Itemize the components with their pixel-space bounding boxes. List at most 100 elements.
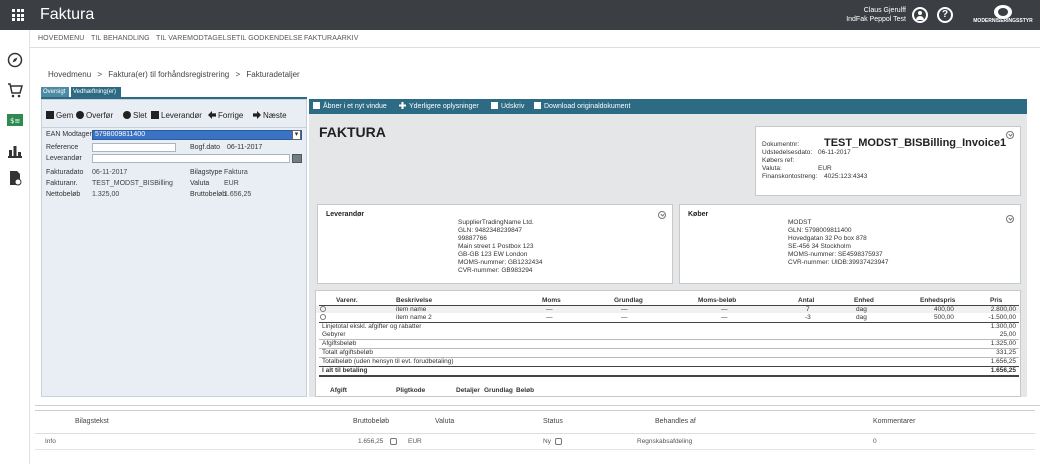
- expand-icon[interactable]: [1006, 215, 1014, 223]
- summary-divider: [319, 339, 1019, 340]
- transfer-button[interactable]: Overfør: [76, 110, 113, 122]
- summary-payable-value: 1.656,25: [990, 367, 1016, 374]
- currency-label: Valuta: [190, 180, 210, 187]
- grid-header-behandles-af[interactable]: Behandles af: [655, 418, 696, 425]
- logo-icon: [994, 5, 1012, 19]
- summary-total-tax-value: 331,25: [996, 349, 1016, 356]
- ean-label: EAN Modtager: [46, 131, 92, 138]
- gross-amount-label: Bruttobeløb: [190, 191, 227, 198]
- bar-chart-icon[interactable]: [7, 143, 23, 159]
- grid-header-status[interactable]: Status: [543, 418, 563, 425]
- section-divider: [35, 405, 1040, 406]
- col-header-beskrivelse: Beskrivelse: [396, 297, 433, 304]
- compass-icon[interactable]: [7, 52, 23, 68]
- reference-input[interactable]: [92, 143, 176, 152]
- currency-value: EUR: [224, 180, 239, 187]
- docno-label: Dokumentnr:: [762, 141, 800, 148]
- col-header-enhed: Enhed: [854, 297, 874, 304]
- next-button[interactable]: Næste: [253, 110, 287, 122]
- breadcrumb: Hovedmenu > Faktura(er) til forhåndsregi…: [48, 70, 304, 79]
- document-settings-icon[interactable]: [7, 170, 23, 186]
- summary-double-divider: [319, 375, 1019, 377]
- supplier-input[interactable]: [92, 154, 290, 163]
- save-icon: [46, 111, 54, 119]
- supplier-icon: [151, 111, 159, 119]
- save-button[interactable]: Gem: [46, 110, 73, 122]
- net-amount-label: Nettobeløb: [46, 191, 81, 198]
- grid-header-valuta[interactable]: Valuta: [435, 418, 454, 425]
- download-original-button[interactable]: Download originaldokument: [534, 102, 630, 111]
- tax-header-detaljer: Detaljer: [456, 387, 480, 394]
- open-new-window-button[interactable]: Åbner i et nyt vindue: [313, 102, 387, 111]
- invoice-list-icon[interactable]: $≡: [7, 112, 23, 128]
- document-toolbar: Åbner i et nyt vindue Yderligere oplysni…: [309, 99, 1027, 114]
- grid-cell-status: Ny: [543, 438, 551, 445]
- expand-icon[interactable]: [1006, 131, 1014, 139]
- summary-fees-value: 25,00: [999, 331, 1016, 338]
- table-row[interactable]: item name — — — 7 dag 400,00 2.800,00: [316, 306, 1020, 313]
- tax-header-belob: Beløb: [516, 387, 535, 394]
- col-header-antal: Antal: [798, 297, 815, 304]
- app-title: Faktura: [40, 6, 95, 23]
- menu-item-til-behandling[interactable]: TIL BEHANDLING: [91, 35, 150, 42]
- arrow-right-icon: [253, 111, 261, 119]
- summary-divider: [319, 366, 1019, 367]
- supplier-label: Leverandør: [46, 155, 82, 162]
- toolbar-divider: [42, 127, 306, 128]
- col-header-moms: Moms: [542, 297, 561, 304]
- ean-value: 5798009811400: [95, 131, 146, 138]
- more-info-button[interactable]: Yderligere oplysninger: [399, 102, 479, 111]
- print-button[interactable]: Udskriv: [491, 102, 524, 111]
- arrow-left-icon: [208, 111, 216, 119]
- menu-item-til-godkendelse[interactable]: TIL GODKENDELSE: [236, 35, 303, 42]
- issue-date-label: Udstedelsesdato:: [762, 149, 813, 156]
- menu-item-fakturaarkiv[interactable]: FAKTURAARKIV: [304, 35, 359, 42]
- breadcrumb-forhandsregistrering[interactable]: Faktura(er) til forhåndsregistrering: [108, 70, 229, 79]
- issue-date-value: 06-11-2017: [818, 149, 851, 156]
- open-window-icon: [313, 102, 320, 109]
- summary-divider: [319, 348, 1019, 349]
- status-history-icon[interactable]: [555, 438, 562, 445]
- tax-header-pligtkode: Pligtkode: [396, 387, 426, 394]
- grid-row-divider: [35, 449, 1035, 450]
- invoice-lines-table: Varenr. Beskrivelse Moms Grundlag Moms-b…: [315, 290, 1021, 397]
- delete-button[interactable]: Slet: [123, 110, 147, 122]
- buyer-address: MODST GLN: 5798009811400 Hovedgatan 32 P…: [788, 219, 889, 266]
- summary-total-tax-label: Totalt afgiftsbeløb: [322, 349, 373, 356]
- grid-header-bilagstekst[interactable]: Bilagstekst: [75, 418, 109, 425]
- ean-select[interactable]: 5798009811400 ▾: [92, 130, 302, 140]
- help-icon[interactable]: ?: [937, 7, 953, 23]
- app-grid-icon[interactable]: [12, 9, 24, 21]
- breadcrumb-hovedmenu[interactable]: Hovedmenu: [48, 70, 91, 79]
- search-icon[interactable]: [292, 154, 302, 163]
- menu-item-til-varemodtagelse[interactable]: TIL VAREMODTAGELSE: [156, 35, 236, 42]
- grid-header-kommentarer[interactable]: Kommentarer: [873, 418, 915, 425]
- expand-icon[interactable]: [658, 211, 666, 219]
- reference-label: Reference: [46, 144, 79, 151]
- svg-text:$≡: $≡: [10, 117, 20, 125]
- user-info: Claus Gjerulff IndFak Peppol Test: [838, 6, 906, 24]
- breadcrumb-separator: >: [235, 70, 241, 79]
- supplier-button[interactable]: Leverandør: [151, 110, 202, 122]
- expand-row-icon[interactable]: [320, 306, 326, 312]
- menu-item-hovedmenu[interactable]: HOVEDMENU: [38, 35, 84, 42]
- expand-row-icon[interactable]: [320, 314, 326, 320]
- booking-date-input[interactable]: 06-11-2017: [224, 143, 302, 152]
- tab-vedhaeftninger[interactable]: Vedhæftning(er): [71, 87, 121, 97]
- cart-icon[interactable]: [7, 82, 23, 98]
- chevron-down-icon[interactable]: ▾: [292, 130, 301, 140]
- supplier-heading: Leverandør: [326, 211, 365, 218]
- grid-header-divider: [35, 433, 1035, 434]
- col-header-enhedspris: Enhedspris: [920, 297, 956, 304]
- table-row[interactable]: item name 2 — — — -3 dag 500,00 -1.500,0…: [316, 314, 1020, 321]
- col-header-grundlag: Grundlag: [614, 297, 643, 304]
- tab-oversigt[interactable]: Oversigt: [41, 87, 69, 97]
- supplier-address: SupplierTradingName Ltd. GLN: 9482348239…: [458, 219, 543, 274]
- download-icon: [534, 102, 541, 109]
- previous-button[interactable]: Forrige: [208, 110, 243, 122]
- account-value: 4025:123:4343: [824, 173, 868, 180]
- comment-icon[interactable]: [390, 438, 397, 445]
- user-icon[interactable]: [912, 7, 928, 23]
- delete-icon: [123, 111, 131, 119]
- grid-header-bruttobelob[interactable]: Bruttobeløb: [353, 418, 389, 425]
